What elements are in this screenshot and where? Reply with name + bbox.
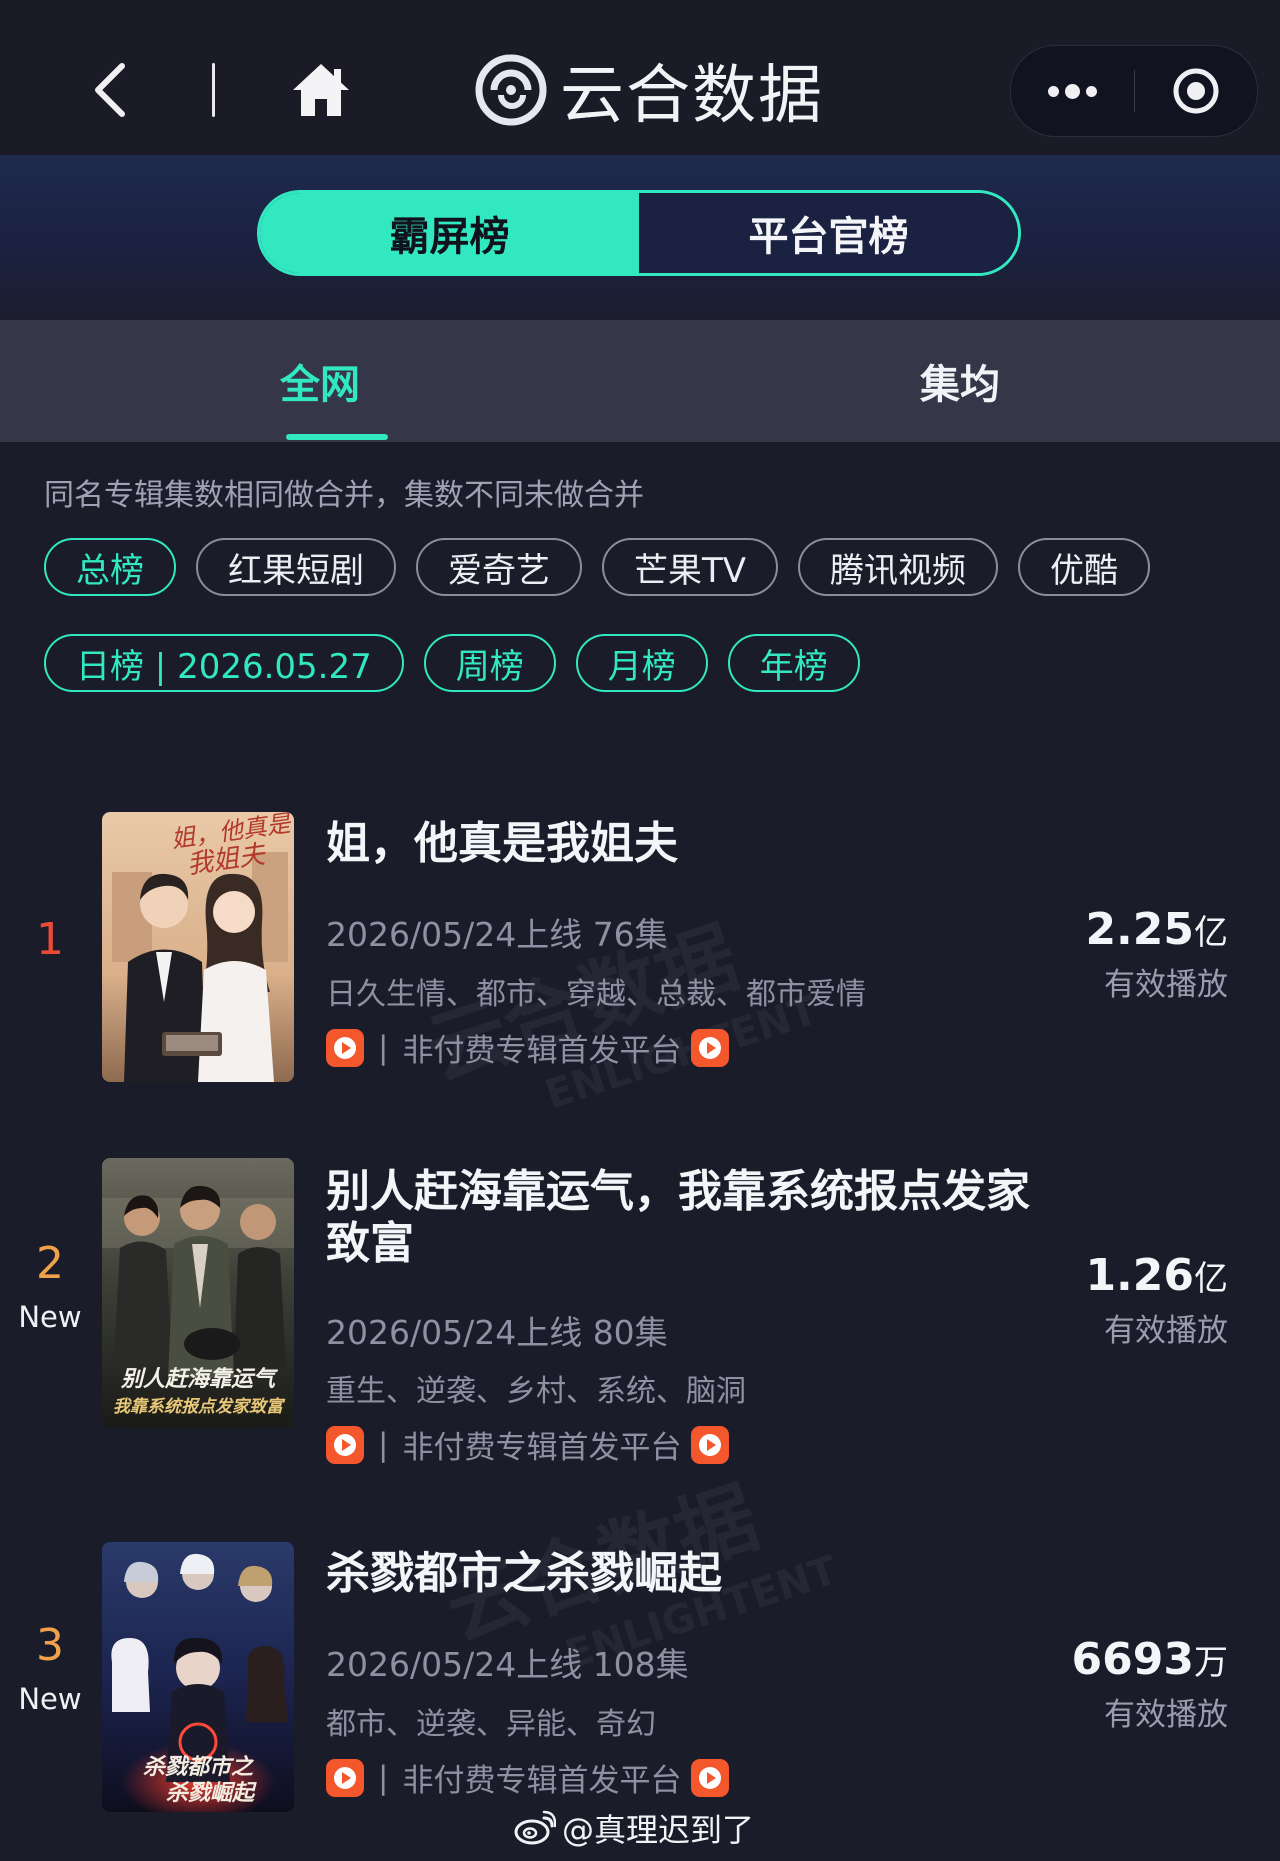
rank-number: 3 — [36, 1620, 64, 1671]
drama-poster[interactable]: 杀戮都市之 杀戮崛起 — [102, 1542, 294, 1812]
scope-tabs: 全网 集均 — [0, 320, 1280, 442]
brand-name: 云合数据 — [560, 59, 824, 133]
platform-row: | 非付费专辑首发平台 — [326, 1755, 730, 1800]
active-tab-indicator — [286, 434, 388, 440]
mini-program-capsule — [1010, 45, 1258, 137]
poster-image: 姐，他真是 我姐夫 — [102, 812, 294, 1082]
hongguo-platform-icon — [691, 1425, 730, 1464]
play-label: 有效播放 — [1104, 1697, 1228, 1733]
chip-iqiyi[interactable]: 爱奇艺 — [416, 538, 582, 596]
home-button[interactable] — [288, 58, 354, 122]
platform-text: 非付费专辑首发平台 — [402, 1763, 682, 1799]
brand-header: 云合数据 — [474, 48, 824, 133]
hongguo-platform-icon — [326, 1028, 364, 1067]
top-nav-bar: 云合数据 — [0, 0, 1280, 155]
svg-text:杀戮崛起: 杀戮崛起 — [166, 1780, 257, 1806]
play-unit: 万 — [1194, 1643, 1228, 1683]
play-label: 有效播放 — [1104, 1313, 1228, 1349]
release-meta: 2026/05/24上线 76集 — [326, 915, 668, 954]
chip-zongbang[interactable]: 总榜 — [44, 538, 176, 596]
chip-monthly[interactable]: 月榜 — [575, 634, 708, 692]
genre-tags: 都市、逆袭、异能、奇幻 — [326, 1707, 656, 1742]
chip-daily[interactable]: 日榜 | 2026.05.27 — [44, 634, 404, 692]
release-meta: 2026/05/24上线 108集 — [326, 1645, 689, 1684]
nav-divider — [212, 63, 215, 117]
chip-youku[interactable]: 优酷 — [1018, 538, 1151, 596]
target-circle-icon — [1173, 68, 1219, 114]
hongguo-platform-icon — [691, 1028, 730, 1067]
chip-tencent[interactable]: 腾讯视频 — [798, 538, 999, 596]
close-miniprogram-button[interactable] — [1135, 46, 1257, 136]
platform-text: 非付费专辑首发平台 — [402, 1430, 682, 1466]
platform-divider: | — [378, 1029, 389, 1066]
tab-quanwang[interactable]: 全网 — [240, 320, 400, 442]
tab-bapingbang[interactable]: 霸屏榜 — [260, 193, 639, 273]
svg-text:我靠系统报点发家致富: 我靠系统报点发家致富 — [113, 1397, 286, 1417]
chip-hongguo[interactable]: 红果短剧 — [196, 538, 396, 596]
play-value: 6693 — [1071, 1634, 1194, 1685]
home-icon — [293, 64, 349, 116]
new-badge: New — [18, 1300, 82, 1334]
back-button[interactable] — [88, 58, 132, 122]
merge-note: 同名专辑集数相同做合并，集数不同未做合并 — [44, 478, 644, 513]
genre-tags: 日久生情、都市、穿越、总裁、都市爱情 — [326, 977, 866, 1012]
play-count: 6693万 有效播放 — [968, 1634, 1228, 1734]
more-dot-center — [1064, 83, 1080, 99]
weibo-icon — [514, 1810, 556, 1845]
play-count: 2.25亿 有效播放 — [968, 904, 1228, 1004]
platform-text: 非付费专辑首发平台 — [402, 1033, 682, 1069]
chip-weekly[interactable]: 周榜 — [423, 634, 556, 692]
tab-jijun[interactable]: 集均 — [880, 320, 1040, 442]
drama-poster[interactable]: 姐，他真是 我姐夫 — [102, 812, 294, 1082]
hongguo-platform-icon — [326, 1425, 364, 1464]
tab-pingtai-guanbang[interactable]: 平台官榜 — [639, 193, 1018, 273]
play-value: 2.25 — [1085, 904, 1194, 955]
chevron-left-icon — [95, 63, 125, 117]
rank-number: 2 — [36, 1238, 64, 1289]
platform-divider: | — [378, 1426, 389, 1463]
drama-title[interactable]: 姐，他真是我姐夫 — [326, 818, 1046, 870]
rank-number: 1 — [36, 914, 64, 965]
more-button[interactable] — [1011, 46, 1133, 136]
platform-divider: | — [378, 1759, 389, 1796]
hongguo-platform-icon — [691, 1758, 730, 1797]
more-dots-icon — [1047, 85, 1059, 97]
drama-title[interactable]: 杀戮都市之杀戮崛起 — [326, 1548, 1046, 1600]
play-value: 1.26 — [1085, 1250, 1194, 1301]
play-count: 1.26亿 有效播放 — [968, 1250, 1228, 1350]
svg-text:别人赶海靠运气: 别人赶海靠运气 — [120, 1366, 278, 1392]
drama-poster[interactable]: 别人赶海靠运气 我靠系统报点发家致富 — [102, 1158, 294, 1428]
poster-image: 杀戮都市之 杀戮崛起 — [102, 1542, 294, 1812]
ranking-type-switch: 霸屏榜 平台官榜 — [257, 190, 1021, 276]
release-meta: 2026/05/24上线 80集 — [326, 1313, 668, 1352]
platform-row: | 非付费专辑首发平台 — [326, 1025, 730, 1070]
new-badge: New — [18, 1682, 82, 1716]
poster-image: 别人赶海靠运气 我靠系统报点发家致富 — [102, 1158, 294, 1428]
platform-filter-row: 总榜 红果短剧 爱奇艺 芒果TV 腾讯视频 优酷 — [44, 538, 1151, 596]
period-filter-row: 日榜 | 2026.05.27 周榜 月榜 年榜 — [44, 634, 860, 692]
weibo-watermark: @真理迟到了 — [514, 1806, 754, 1850]
chip-mangotv[interactable]: 芒果TV — [602, 538, 779, 596]
platform-row: | 非付费专辑首发平台 — [326, 1422, 730, 1467]
play-unit: 亿 — [1194, 913, 1228, 953]
yunhe-logo — [475, 54, 547, 126]
chip-yearly[interactable]: 年榜 — [727, 634, 860, 692]
footer-handle: @真理迟到了 — [562, 1811, 755, 1849]
svg-text:杀戮都市之: 杀戮都市之 — [143, 1754, 255, 1780]
hongguo-platform-icon — [326, 1758, 364, 1797]
drama-title[interactable]: 别人赶海靠运气，我靠系统报点发家致富 — [326, 1166, 1046, 1270]
genre-tags: 重生、逆袭、乡村、系统、脑洞 — [326, 1374, 746, 1409]
more-dot-right — [1085, 85, 1097, 97]
play-unit: 亿 — [1194, 1259, 1228, 1299]
play-label: 有效播放 — [1104, 967, 1228, 1003]
